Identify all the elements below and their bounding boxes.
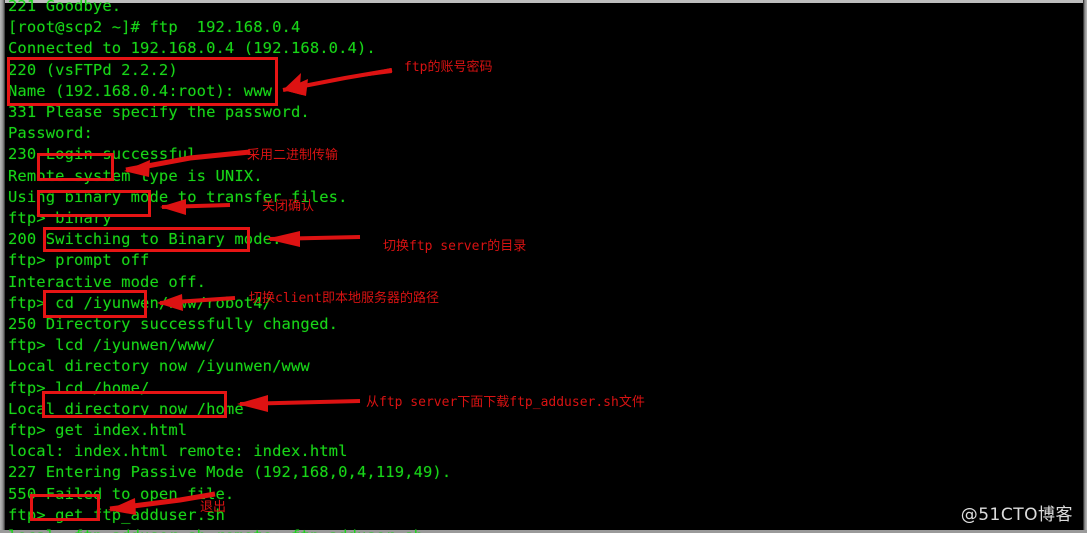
- terminal-line: ftp> get index.html: [8, 421, 188, 440]
- terminal-line: 227 Entering Passive Mode (192,168,0,4,1…: [8, 463, 452, 482]
- annotation-credentials: ftp的账号密码: [404, 60, 493, 75]
- terminal-line: [root@scp2 ~]# ftp 192.168.0.4: [8, 18, 301, 37]
- terminal-line: 220 (vsFTPd 2.2.2): [8, 60, 178, 79]
- terminal-line: Password:: [8, 124, 93, 143]
- terminal-line: ftp> cd /iyunwen/www/robot4/: [8, 293, 273, 312]
- annotation-prompt-off: 关闭确认: [262, 199, 315, 214]
- terminal-line: 331 Please specify the password.: [8, 103, 310, 122]
- window-frame-right: [1083, 0, 1087, 533]
- terminal-line: Name (192.168.0.4:root): www: [8, 81, 273, 100]
- terminal-line: 250 Directory successfully changed.: [8, 315, 339, 334]
- terminal-output[interactable]: 221 Goodbye. [root@scp2 ~]# ftp 192.168.…: [8, 0, 1078, 533]
- terminal-line: 550 Failed to open file.: [8, 484, 235, 503]
- terminal-line: Using binary mode to transfer files.: [8, 187, 348, 206]
- annotation-local-cd: 切换client即本地服务器的路径: [249, 291, 439, 306]
- terminal-line: ftp> get ftp_adduser.sh: [8, 505, 225, 524]
- terminal-line: ftp> binary: [8, 209, 112, 228]
- annotation-quit: 退出: [200, 500, 227, 515]
- terminal-line: Interactive mode off.: [8, 272, 207, 291]
- annotation-binary-mode: 采用二进制传输: [247, 148, 339, 163]
- terminal-line: ftp> prompt off: [8, 251, 150, 270]
- terminal-line: 230 Login successful.: [8, 145, 207, 164]
- terminal-line: Local directory now /iyunwen/www: [8, 357, 310, 376]
- terminal-line: 221 Goodbye.: [8, 0, 122, 15]
- terminal-line: ftp> lcd /iyunwen/www/: [8, 336, 216, 355]
- terminal-line: local: index.html remote: index.html: [8, 442, 348, 461]
- terminal-line: Connected to 192.168.0.4 (192.168.0.4).: [8, 39, 376, 58]
- watermark: @51CTO博客: [960, 505, 1073, 525]
- annotation-remote-cd: 切换ftp server的目录: [383, 239, 527, 254]
- window-frame-left: [0, 0, 5, 533]
- annotation-download: 从ftp server下面下载ftp_adduser.sh文件: [366, 395, 645, 410]
- terminal-window: 221 Goodbye. [root@scp2 ~]# ftp 192.168.…: [0, 0, 1087, 533]
- terminal-line: local: ftp_adduser.sh remote: ftp_adduse…: [8, 526, 1078, 533]
- terminal-line: Remote system type is UNIX.: [8, 166, 263, 185]
- terminal-line: 200 Switching to Binary mode.: [8, 230, 282, 249]
